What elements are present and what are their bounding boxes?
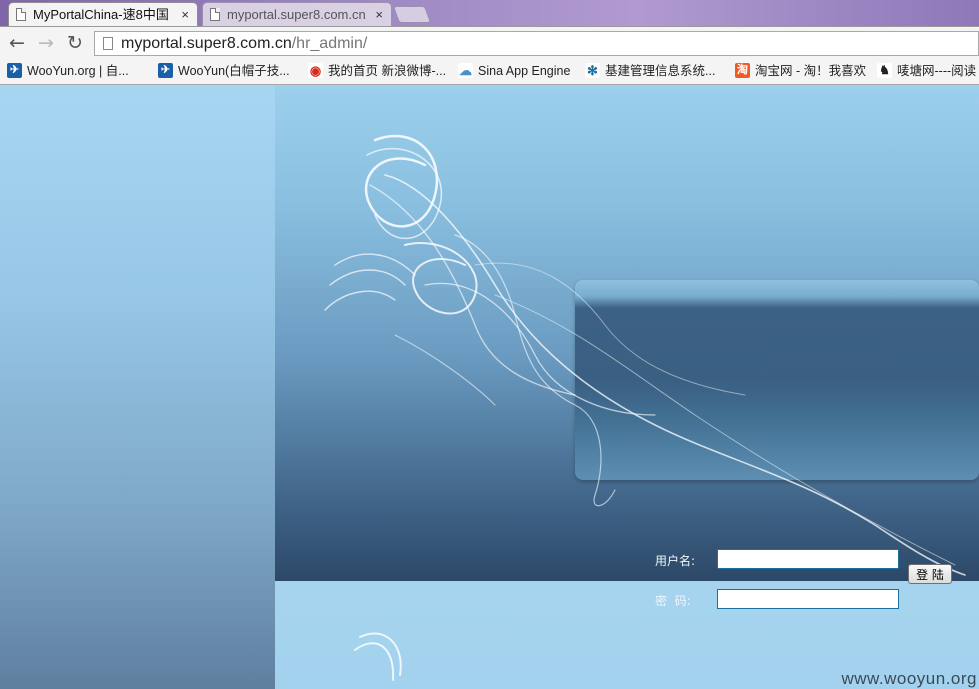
bookmark-label: 基建管理信息系统... bbox=[605, 64, 716, 78]
bookmark-item[interactable]: 淘 淘宝网 - 淘！我喜欢 bbox=[734, 59, 866, 84]
bookmark-label: 我的首页 新浪微博-... bbox=[328, 64, 447, 78]
address-path: /hr_admin/ bbox=[291, 35, 368, 52]
password-input[interactable] bbox=[717, 589, 899, 609]
network-icon: ✻ bbox=[585, 63, 600, 78]
bookmark-item[interactable]: ✻ 基建管理信息系统... bbox=[584, 59, 715, 84]
bookmark-item[interactable]: ♞ 唛塘网----阅读 bbox=[876, 59, 976, 84]
watermark-text: www.wooyun.org bbox=[841, 669, 977, 688]
tab-active[interactable]: MyPortalChina-速8中国 × bbox=[8, 2, 198, 26]
password-label: 密 码: bbox=[655, 594, 691, 608]
login-button[interactable]: 登 陆 bbox=[908, 564, 952, 584]
bookmark-label: Sina App Engine bbox=[478, 64, 571, 78]
username-label: 用户名: bbox=[655, 554, 696, 568]
address-host: myportal.super8.com.cn bbox=[121, 35, 292, 52]
penguin-icon: ♞ bbox=[877, 63, 892, 78]
page-viewport: 用户名: 密 码: 登 陆 www.wooyun.org bbox=[0, 85, 979, 689]
tab-inactive[interactable]: myportal.super8.com.cn × bbox=[202, 2, 392, 26]
bookmark-label: WooYun.org | 自... bbox=[27, 64, 129, 78]
forward-button[interactable]: → bbox=[35, 32, 57, 54]
wooyun-icon: ✈ bbox=[7, 63, 22, 78]
close-icon[interactable]: × bbox=[181, 3, 189, 26]
bookmark-label: 唛塘网----阅读 bbox=[897, 64, 977, 78]
page-icon bbox=[103, 37, 113, 50]
bookmark-item[interactable]: ◉ 我的首页 新浪微博-... bbox=[307, 59, 446, 84]
wooyun-icon: ✈ bbox=[158, 63, 173, 78]
reload-button[interactable]: ↻ bbox=[64, 32, 86, 54]
close-icon[interactable]: × bbox=[375, 3, 383, 26]
page-icon bbox=[16, 8, 26, 21]
bookmark-label: 淘宝网 - 淘！我喜欢 bbox=[755, 64, 867, 78]
address-bar[interactable]: myportal.super8.com.cn/hr_admin/ bbox=[94, 31, 979, 56]
page-icon bbox=[210, 8, 220, 21]
tab-title: myportal.super8.com.cn bbox=[227, 7, 366, 22]
new-tab-button[interactable] bbox=[392, 6, 432, 23]
bookmark-item[interactable]: ✈ WooYun(白帽子技... bbox=[157, 59, 290, 84]
weibo-icon: ◉ bbox=[308, 63, 323, 78]
tab-strip: MyPortalChina-速8中国 × myportal.super8.com… bbox=[0, 0, 979, 26]
bookmark-label: WooYun(白帽子技... bbox=[178, 64, 290, 78]
cloud-icon: ☁ bbox=[458, 63, 473, 78]
taobao-icon: 淘 bbox=[735, 63, 750, 78]
browser-toolbar: ← → ↻ myportal.super8.com.cn/hr_admin/ bbox=[0, 26, 979, 60]
bookmarks-bar: ✈ WooYun.org | 自... ✈ WooYun(白帽子技... ◉ 我… bbox=[0, 59, 979, 85]
back-button[interactable]: ← bbox=[6, 32, 28, 54]
bookmark-item[interactable]: ☁ Sina App Engine bbox=[457, 59, 570, 84]
username-input[interactable] bbox=[717, 549, 899, 569]
bookmark-item[interactable]: ✈ WooYun.org | 自... bbox=[6, 59, 129, 84]
tab-title: MyPortalChina-速8中国 bbox=[33, 7, 169, 22]
